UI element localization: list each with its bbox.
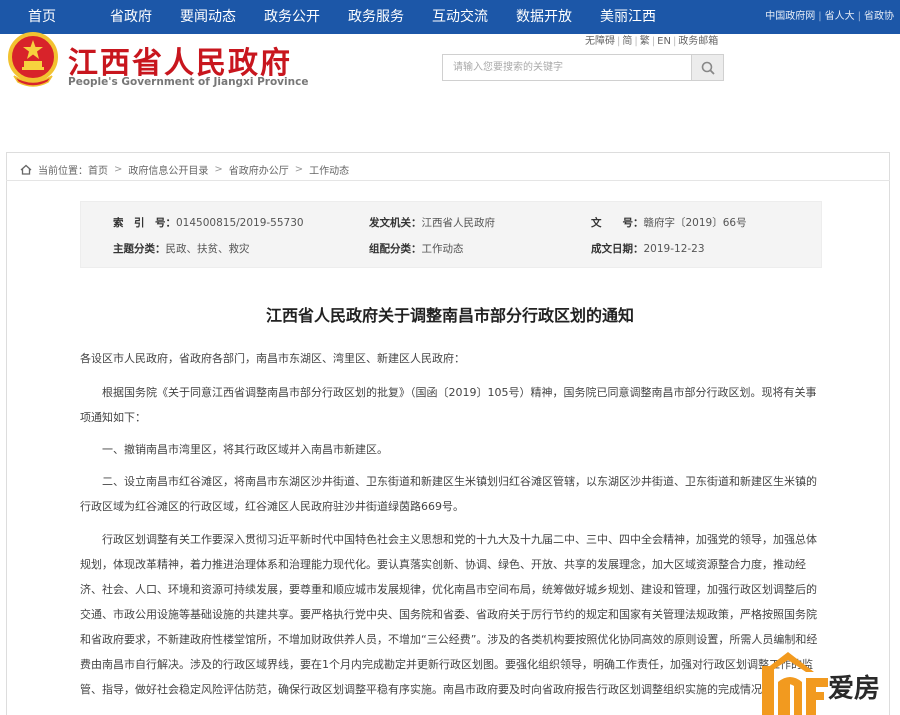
nav-item-interaction[interactable]: 互动交流 [418, 0, 502, 34]
document-paragraph-3: 二、设立南昌市红谷滩区，将南昌市东湖区沙井街道、卫东街道和新建区生米镇划归红谷滩… [80, 475, 817, 513]
meta-agency-value: 江西省人民政府 [421, 217, 496, 229]
nav-item-home[interactable]: 首页 [0, 0, 96, 34]
meta-genre: 组配分类：工作动态 [369, 241, 464, 256]
meta-docno: 文 号：赣府字〔2019〕66号 [591, 215, 747, 230]
tool-accessibility[interactable]: 无障碍 [585, 36, 615, 47]
breadcrumb-home[interactable]: 首页 [88, 162, 108, 177]
search-icon [701, 61, 715, 75]
national-emblem-icon [8, 32, 58, 87]
breadcrumb-label: 当前位置： [38, 166, 88, 177]
meta-index-label: 索 引 号： [113, 217, 176, 229]
divider: | [672, 36, 677, 47]
breadcrumb: 当前位置： 首页 > 政府信息公开目录 > 省政府办公厅 > 工作动态 [20, 162, 349, 177]
meta-docno-value: 赣府字〔2019〕66号 [643, 217, 747, 229]
document-title: 江西省人民政府关于调整南昌市部分行政区划的通知 [265, 306, 634, 325]
document-paragraph-4: 行政区划调整有关工作要深入贯彻习近平新时代中国特色社会主义思想和党的十九大及十九… [80, 533, 818, 696]
tool-simplified[interactable]: 简 [622, 36, 632, 47]
external-links: 中国政府网 | 省人大 | 省政协 [765, 0, 894, 34]
site-subtitle: People's Government of Jiangxi Province [68, 76, 309, 88]
search-box [442, 54, 692, 81]
main-nav-menu: 首页 省政府 要闻动态 政务公开 政务服务 互动交流 数据开放 美丽江西 [0, 0, 670, 34]
accessibility-tools: 无障碍 | 简 | 繁 | EN | 政务邮箱 [585, 32, 718, 47]
document-salutation: 各设区市人民政府，省政府各部门，南昌市东湖区、湾里区、新建区人民政府： [80, 352, 465, 365]
nav-item-government-openness[interactable]: 政务公开 [250, 0, 334, 34]
home-icon [20, 164, 32, 175]
divider: | [651, 36, 656, 47]
tool-gov-mail[interactable]: 政务邮箱 [678, 36, 718, 47]
link-provincial-congress[interactable]: 省人大 [825, 11, 855, 22]
document-paragraph-2: 一、撤销南昌市湾里区，将其行政区域并入南昌市新建区。 [80, 443, 388, 456]
meta-topic-value: 民政、扶贫、救灾 [165, 243, 250, 255]
chevron-right-icon: > [114, 164, 123, 175]
meta-index: 索 引 号：014500815/2019-55730 [113, 215, 304, 230]
chevron-right-icon: > [214, 164, 223, 175]
nav-item-government-services[interactable]: 政务服务 [334, 0, 418, 34]
tool-traditional[interactable]: 繁 [640, 36, 650, 47]
document-paragraph-1: 根据国务院《关于同意江西省调整南昌市部分行政区划的批复》（国函〔2019〕105… [80, 386, 817, 424]
nav-item-provincial-government[interactable]: 省政府 [96, 0, 166, 34]
search-button[interactable] [691, 54, 724, 81]
meta-docno-label: 文 号： [591, 217, 644, 229]
divider: | [818, 11, 822, 22]
meta-genre-value: 工作动态 [421, 243, 464, 255]
document-meta-box: 索 引 号：014500815/2019-55730 发文机关：江西省人民政府 … [80, 201, 822, 268]
meta-topic-label: 主题分类： [113, 243, 166, 255]
meta-genre-label: 组配分类： [369, 243, 422, 255]
top-navigation-bar: 首页 省政府 要闻动态 政务公开 政务服务 互动交流 数据开放 美丽江西 中国政… [0, 0, 900, 34]
chevron-right-icon: > [294, 164, 304, 175]
breadcrumb-general-office[interactable]: 省政府办公厅 [229, 162, 289, 177]
search-input[interactable] [443, 55, 691, 80]
breadcrumb-divider [6, 180, 890, 181]
meta-index-value: 014500815/2019-55730 [176, 217, 304, 229]
nav-item-beautiful-jiangxi[interactable]: 美丽江西 [586, 0, 670, 34]
nav-item-news[interactable]: 要闻动态 [166, 0, 250, 34]
breadcrumb-info-catalog[interactable]: 政府信息公开目录 [128, 162, 208, 177]
meta-agency: 发文机关：江西省人民政府 [369, 215, 495, 230]
tool-english[interactable]: EN [657, 36, 671, 47]
meta-date-label: 成文日期： [591, 243, 644, 255]
meta-date-value: 2019-12-23 [643, 243, 705, 255]
divider: | [857, 11, 861, 22]
meta-date: 成文日期：2019-12-23 [591, 241, 705, 256]
meta-agency-label: 发文机关： [369, 217, 422, 229]
nav-item-open-data[interactable]: 数据开放 [502, 0, 586, 34]
divider: | [634, 36, 638, 47]
divider: | [617, 36, 621, 47]
breadcrumb-work-news[interactable]: 工作动态 [309, 162, 349, 177]
watermark-text: 爱房 [828, 674, 881, 704]
meta-topic: 主题分类：民政、扶贫、救灾 [113, 241, 250, 256]
link-provincial-cppcc[interactable]: 省政协 [864, 11, 894, 22]
link-china-gov[interactable]: 中国政府网 [765, 11, 815, 22]
